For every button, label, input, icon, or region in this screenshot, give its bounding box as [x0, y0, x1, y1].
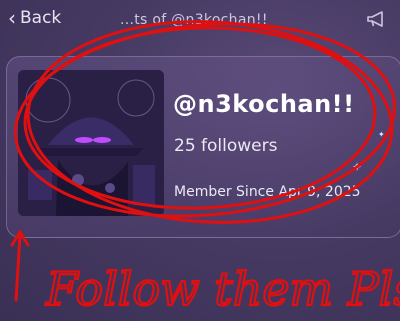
chevron-left-icon: ‹: [8, 6, 16, 30]
page-title: ...ts of @n3kochan!!: [120, 12, 268, 28]
sparkle-icon: ✦: [378, 130, 385, 139]
top-bar: ‹ Back ...ts of @n3kochan!!: [0, 0, 400, 42]
member-since: Member Since Apr 9, 2025: [174, 184, 361, 200]
back-label: Back: [20, 8, 62, 28]
back-button[interactable]: ‹ Back: [8, 8, 61, 28]
sparkle-icon: ✦: [352, 160, 363, 174]
followers-count[interactable]: 25 followers: [174, 136, 277, 156]
avatar[interactable]: [18, 70, 164, 216]
megaphone-icon[interactable]: [366, 10, 388, 28]
username: @n3kochan!!: [173, 90, 355, 118]
handwritten-note: Follow them Pls: [45, 262, 400, 316]
avatar-artwork: [18, 70, 164, 216]
